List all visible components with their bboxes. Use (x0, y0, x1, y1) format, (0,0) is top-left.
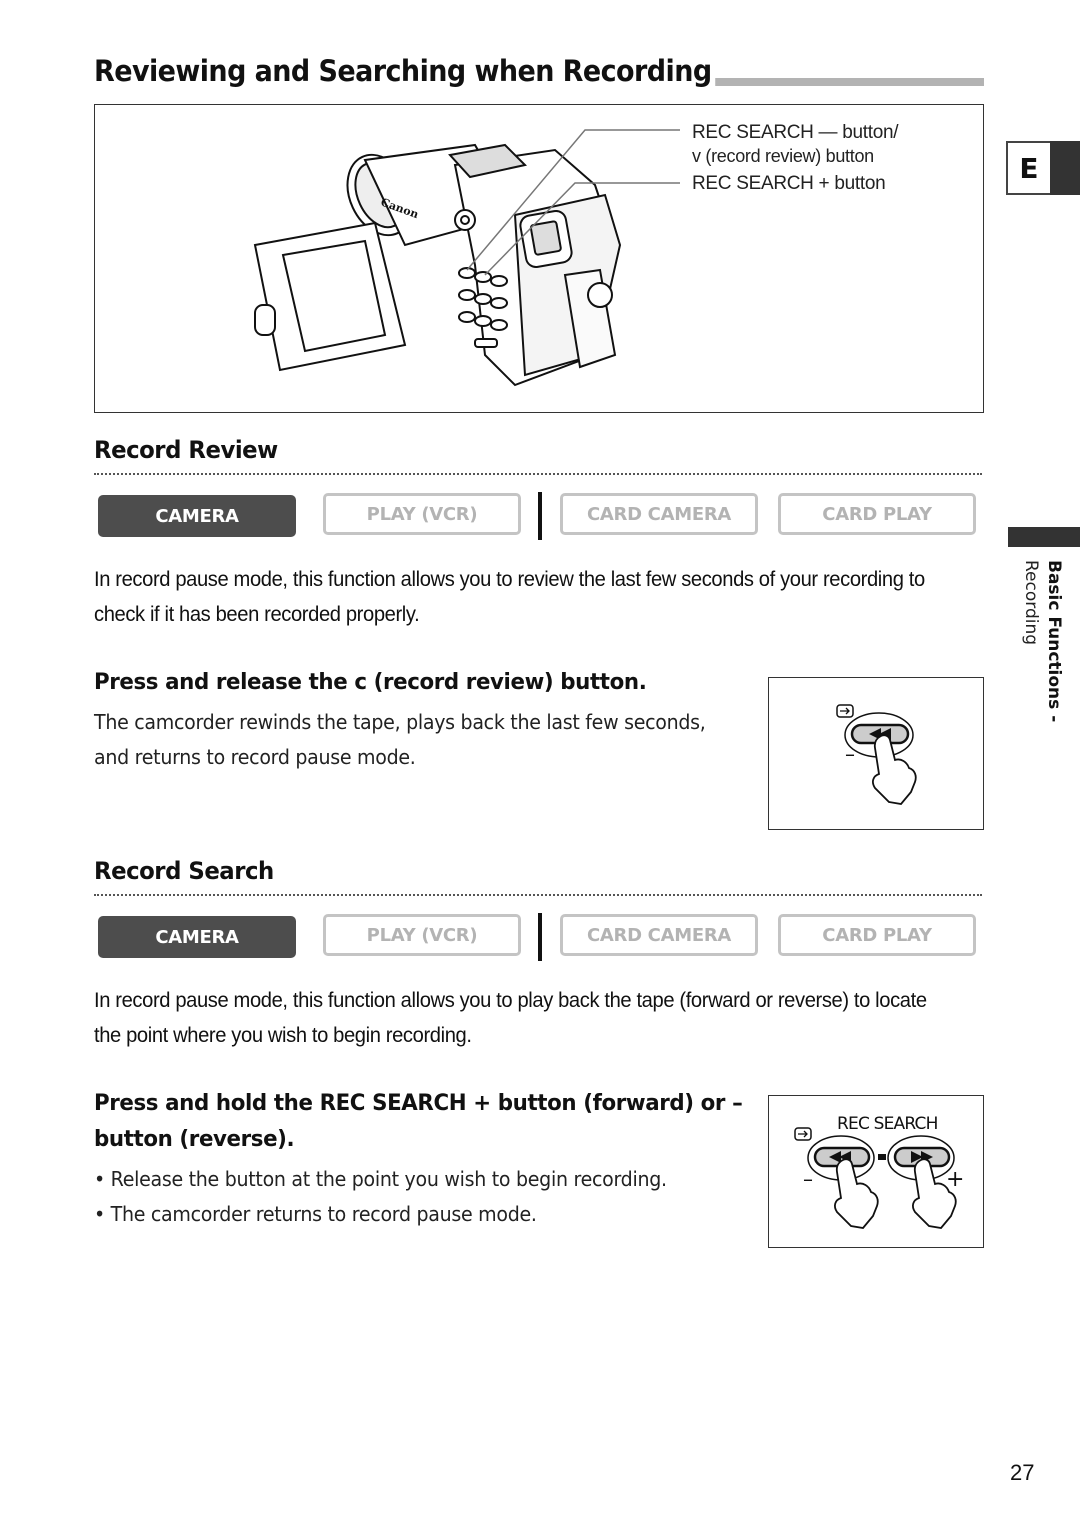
language-tab: E (1006, 141, 1052, 195)
callout-rec-search-plus: REC SEARCH + button (692, 173, 886, 194)
record-search-step-heading-line2: button (reverse). (94, 1127, 295, 1152)
language-tab-marker (1050, 141, 1080, 195)
record-review-illustration: – (768, 677, 984, 830)
camcorder-figure: Canon REC SEARCH — button/ v (record rev… (94, 104, 984, 413)
bullet-text: Release the button at the point you wish… (110, 1167, 667, 1191)
mode-card-camera: CARD CAMERA (560, 493, 758, 535)
section-tab-marker (1008, 527, 1080, 547)
callout-rec-search-minus: REC SEARCH — button/ (692, 122, 899, 143)
mode-play-vcr: PLAY (VCR) (323, 493, 521, 535)
mode-camera: CAMERA (98, 495, 296, 537)
mode-camera: CAMERA (98, 916, 296, 958)
record-review-step-heading: Press and release the c (record review) … (94, 670, 647, 695)
record-review-step-body: The camcorder rewinds the tape, plays ba… (94, 710, 706, 769)
minus-label: – (803, 1167, 813, 1191)
section-tab: Basic Functions - Recording (1006, 560, 1066, 740)
callout-record-review: v (record review) button (692, 146, 874, 166)
dash-separator (878, 1154, 886, 1160)
record-review-intro: In record pause mode, this function allo… (94, 568, 925, 626)
page-title: Reviewing and Searching when Recording (94, 52, 716, 90)
mode-card-play: CARD PLAY (778, 914, 976, 956)
record-search-bullet: Release the button at the point you wish… (94, 1162, 667, 1197)
mode-separator (538, 913, 542, 961)
section-divider (94, 473, 982, 475)
record-search-illustration: REC SEARCH – + (768, 1095, 984, 1248)
record-search-intro: In record pause mode, this function allo… (94, 989, 927, 1047)
plus-label: + (946, 1167, 964, 1192)
tape-icon (836, 704, 854, 718)
record-search-step-heading-line1: Press and hold the REC SEARCH + button (… (94, 1091, 743, 1116)
tape-icon (794, 1127, 812, 1141)
mode-card-play: CARD PLAY (778, 493, 976, 535)
record-search-bullet: The camcorder returns to record pause mo… (94, 1197, 537, 1232)
record-search-heading: Record Search (94, 857, 274, 885)
mode-separator (538, 492, 542, 540)
section-tab-subtitle: Recording (1021, 560, 1041, 646)
mode-card-camera: CARD CAMERA (560, 914, 758, 956)
section-tab-title: Basic Functions - (1044, 560, 1064, 723)
mode-play-vcr: PLAY (VCR) (323, 914, 521, 956)
page-number: 27 (1010, 1460, 1035, 1485)
bullet-text: The camcorder returns to record pause mo… (110, 1202, 537, 1226)
minus-label: – (845, 742, 855, 766)
section-divider (94, 894, 982, 896)
rec-search-label: REC SEARCH (837, 1114, 938, 1134)
record-review-heading: Record Review (94, 436, 278, 464)
